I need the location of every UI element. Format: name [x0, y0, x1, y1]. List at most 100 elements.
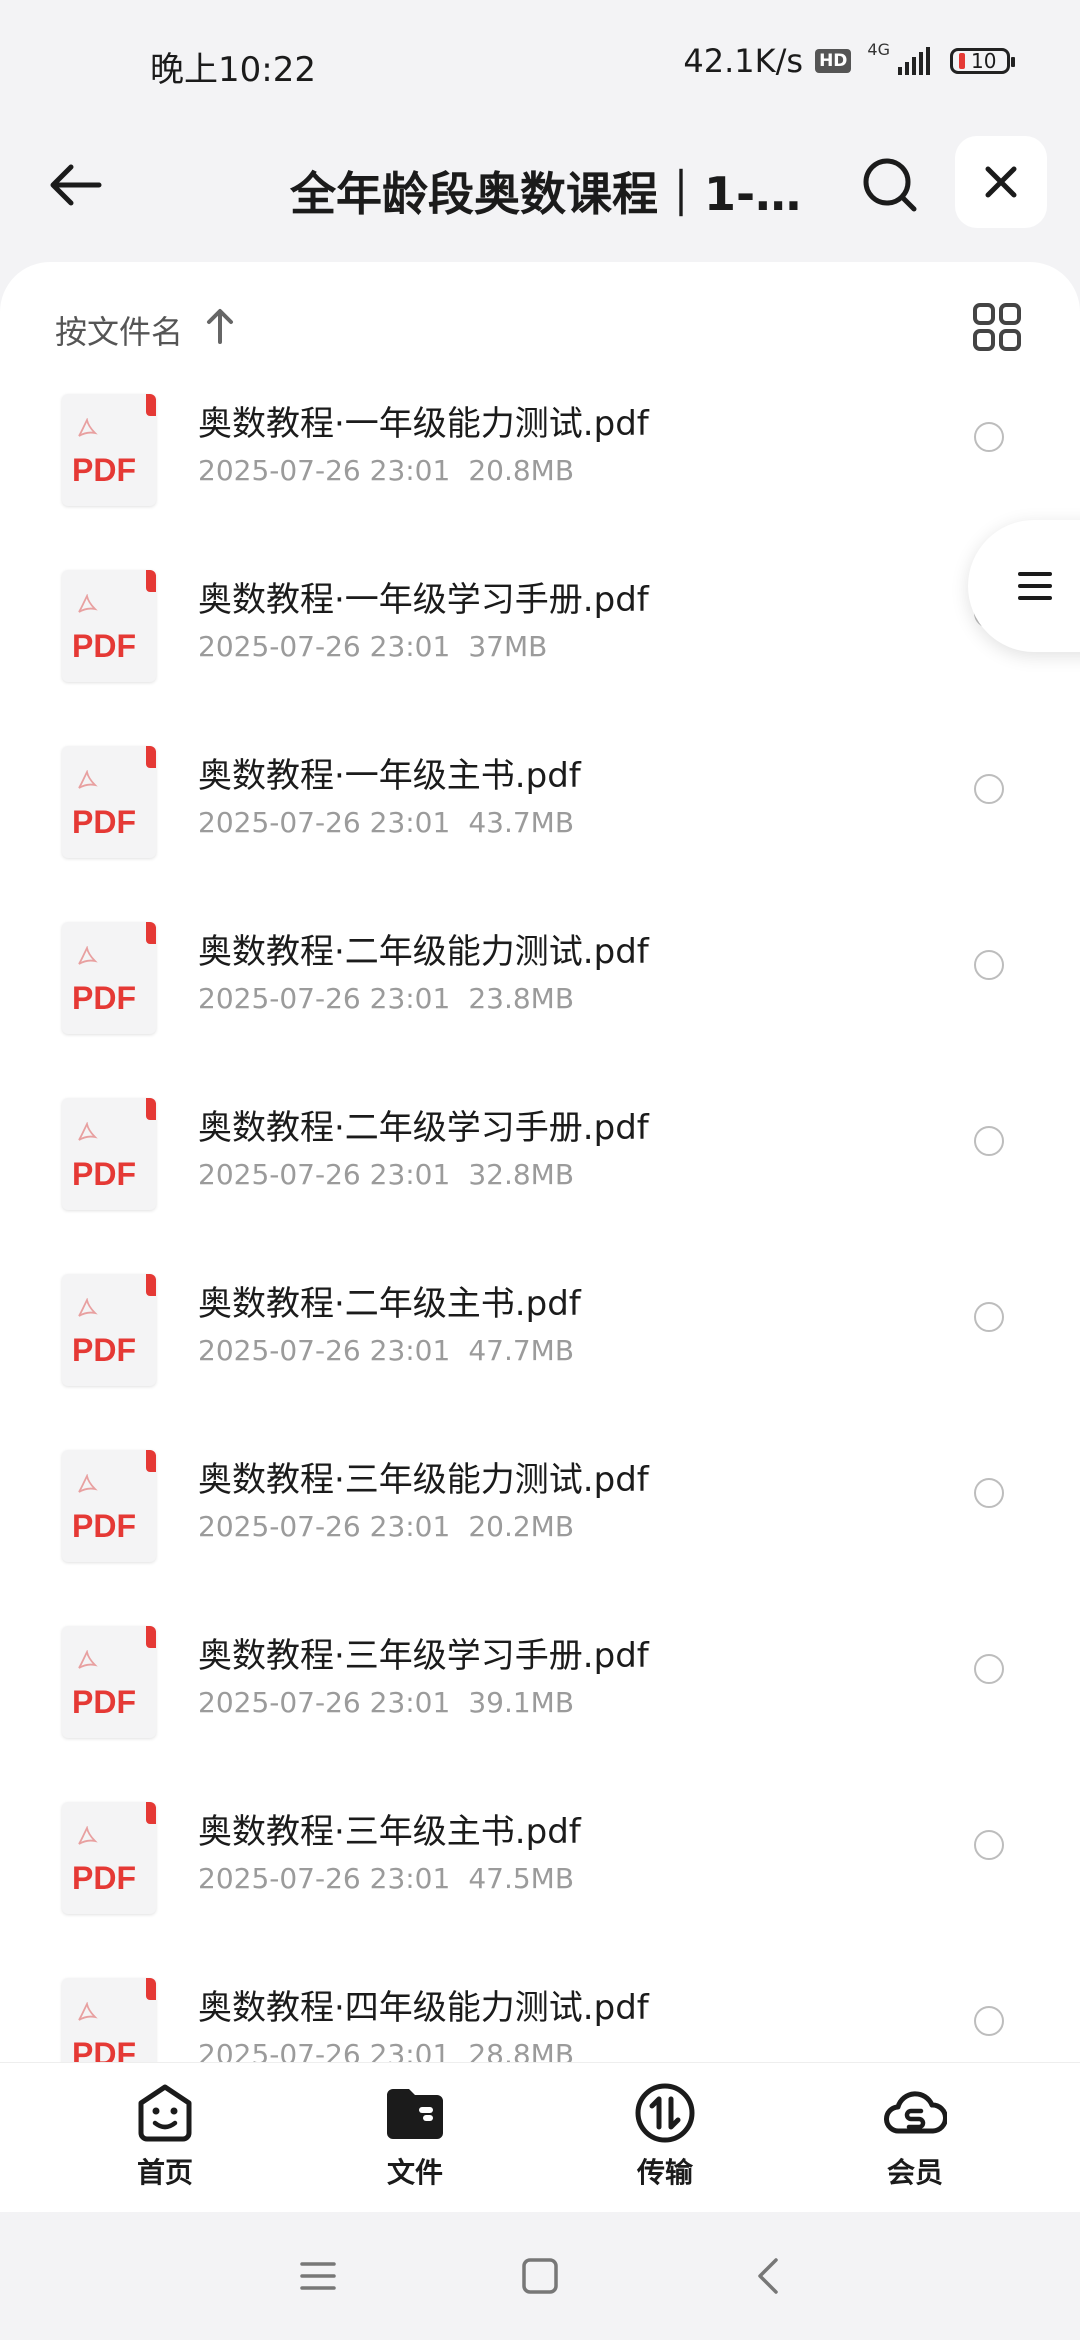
file-date: 2025-07-26 23:01 [198, 1686, 451, 1719]
back-chevron-icon[interactable] [748, 2254, 792, 2298]
search-button[interactable] [855, 150, 925, 220]
system-nav-bar [0, 2212, 1080, 2340]
pdf-corner [146, 570, 156, 592]
arrow-left-icon [50, 164, 102, 206]
file-row[interactable]: PDF 奥数教程·一年级能力测试.pdf 2025-07-26 23:01 20.8M… [0, 382, 1080, 558]
file-row[interactable]: PDF 奥数教程·二年级学习手册.pdf 2025-07-26 23:01 32.8M… [0, 1086, 1080, 1262]
file-row[interactable]: PDF 奥数教程·四年级能力测试.pdf 2025-07-26 23:01 28.8M… [0, 1966, 1080, 2062]
file-date: 2025-07-26 23:01 [198, 454, 451, 487]
folder-icon [387, 2089, 443, 2139]
smile-home-icon [138, 2084, 192, 2142]
file-name: 奥数教程·三年级能力测试.pdf [198, 1460, 649, 1500]
acrobat-icon [78, 594, 98, 613]
select-checkbox[interactable] [974, 950, 1004, 980]
file-name: 奥数教程·一年级主书.pdf [198, 756, 581, 796]
file-size: 28.8MB [468, 2038, 575, 2062]
file-size: 32.8MB [468, 1158, 575, 1191]
pdf-corner [146, 1802, 156, 1824]
close-icon [985, 166, 1017, 198]
acrobat-icon [78, 1826, 98, 1845]
nav-item-transfer[interactable]: 传输 [590, 2081, 740, 2211]
file-meta: 2025-07-26 23:01 43.7MB [198, 806, 574, 839]
file-meta: 2025-07-26 23:01 32.8MB [198, 1158, 574, 1191]
file-size: 20.2MB [468, 1510, 575, 1543]
file-name: 奥数教程·二年级能力测试.pdf [198, 932, 649, 972]
file-name: 奥数教程·二年级学习手册.pdf [198, 1108, 649, 1148]
battery-percent: 10 [971, 49, 997, 73]
nav-item-files[interactable]: 文件 [340, 2081, 490, 2211]
select-checkbox[interactable] [974, 2006, 1004, 2036]
pdf-corner [146, 1978, 156, 2000]
sort-by-name-button[interactable]: 按文件名 [55, 307, 183, 353]
pdf-file-icon: PDF [62, 922, 156, 1034]
signal-icon [898, 47, 930, 75]
pdf-corner [146, 1450, 156, 1472]
network-type: 4G [867, 39, 890, 59]
file-name: 奥数教程·二年级主书.pdf [198, 1284, 581, 1324]
battery-level [959, 53, 965, 69]
pdf-file-icon: PDF [62, 1802, 156, 1914]
pdf-corner [146, 394, 156, 416]
file-row[interactable]: PDF 奥数教程·二年级能力测试.pdf 2025-07-26 23:01 23.8M… [0, 910, 1080, 1086]
pdf-type-label: PDF [72, 1156, 136, 1192]
pdf-corner [146, 1274, 156, 1296]
select-checkbox[interactable] [974, 1126, 1004, 1156]
grid-view-icon[interactable] [972, 302, 1022, 352]
file-list: PDF 奥数教程·一年级能力测试.pdf 2025-07-26 23:01 20.8M… [0, 382, 1080, 2062]
home-square-icon[interactable] [518, 2254, 562, 2298]
status-bar: 晚上10:22 42.1K/s HD 4G 10 [0, 0, 1080, 120]
file-date: 2025-07-26 23:01 [198, 630, 451, 663]
pdf-file-icon: PDF [62, 570, 156, 682]
file-row[interactable]: PDF 奥数教程·三年级学习手册.pdf 2025-07-26 23:01 39.1M… [0, 1614, 1080, 1790]
file-meta: 2025-07-26 23:01 23.8MB [198, 982, 574, 1015]
network-speed: 42.1K/s [683, 42, 804, 80]
acrobat-icon [78, 2002, 98, 2021]
select-checkbox[interactable] [974, 774, 1004, 804]
file-row[interactable]: PDF 奥数教程·一年级学习手册.pdf 2025-07-26 23:01 37MB [0, 558, 1080, 734]
file-name: 奥数教程·三年级主书.pdf [198, 1812, 581, 1852]
file-date: 2025-07-26 23:01 [198, 1862, 451, 1895]
file-name: 奥数教程·一年级能力测试.pdf [198, 404, 649, 444]
file-meta: 2025-07-26 23:01 47.7MB [198, 1334, 574, 1367]
file-size: 43.7MB [468, 806, 575, 839]
file-size: 47.5MB [468, 1862, 575, 1895]
file-row[interactable]: PDF 奥数教程·一年级主书.pdf 2025-07-26 23:01 43.7MB [0, 734, 1080, 910]
status-indicators: 42.1K/s HD 4G 10 [683, 39, 1015, 80]
select-checkbox[interactable] [974, 1478, 1004, 1508]
file-date: 2025-07-26 23:01 [198, 1334, 451, 1367]
pdf-type-label: PDF [72, 2036, 136, 2062]
select-checkbox[interactable] [974, 1654, 1004, 1684]
file-date: 2025-07-26 23:01 [198, 806, 451, 839]
file-meta: 2025-07-26 23:01 37MB [198, 630, 547, 663]
file-size: 39.1MB [468, 1686, 575, 1719]
status-time: 晚上10:22 [150, 50, 316, 90]
file-meta: 2025-07-26 23:01 28.8MB [198, 2038, 574, 2062]
file-row[interactable]: PDF 奥数教程·三年级能力测试.pdf 2025-07-26 23:01 20.2M… [0, 1438, 1080, 1614]
acrobat-icon [78, 1122, 98, 1141]
pdf-corner [146, 1626, 156, 1648]
file-name: 奥数教程·三年级学习手册.pdf [198, 1636, 649, 1676]
recent-apps-icon[interactable] [296, 2254, 340, 2298]
acrobat-icon [78, 946, 98, 965]
close-button[interactable] [955, 136, 1047, 228]
pdf-file-icon: PDF [62, 746, 156, 858]
file-row[interactable]: PDF 奥数教程·二年级主书.pdf 2025-07-26 23:01 47.7MB [0, 1262, 1080, 1438]
pdf-corner [146, 746, 156, 768]
arrow-up-icon[interactable] [205, 308, 235, 344]
pdf-type-label: PDF [72, 1684, 136, 1720]
select-checkbox[interactable] [974, 1302, 1004, 1332]
select-checkbox[interactable] [974, 422, 1004, 452]
select-checkbox[interactable] [974, 1830, 1004, 1860]
hd-badge: HD [815, 49, 852, 73]
nav-label-transfer: 传输 [636, 2156, 693, 2189]
back-button[interactable] [40, 150, 110, 220]
pdf-file-icon: PDF [62, 1450, 156, 1562]
pdf-type-label: PDF [72, 980, 136, 1016]
nav-item-home[interactable]: 首页 [90, 2081, 240, 2211]
file-meta: 2025-07-26 23:01 20.8MB [198, 454, 574, 487]
file-row[interactable]: PDF 奥数教程·三年级主书.pdf 2025-07-26 23:01 47.5MB [0, 1790, 1080, 1966]
page-title: 全年龄段奥数课程｜1-1... [290, 167, 810, 221]
nav-item-vip[interactable]: 会员 [840, 2081, 990, 2211]
header: 全年龄段奥数课程｜1-1... [0, 130, 1080, 250]
acrobat-icon [78, 1474, 98, 1493]
